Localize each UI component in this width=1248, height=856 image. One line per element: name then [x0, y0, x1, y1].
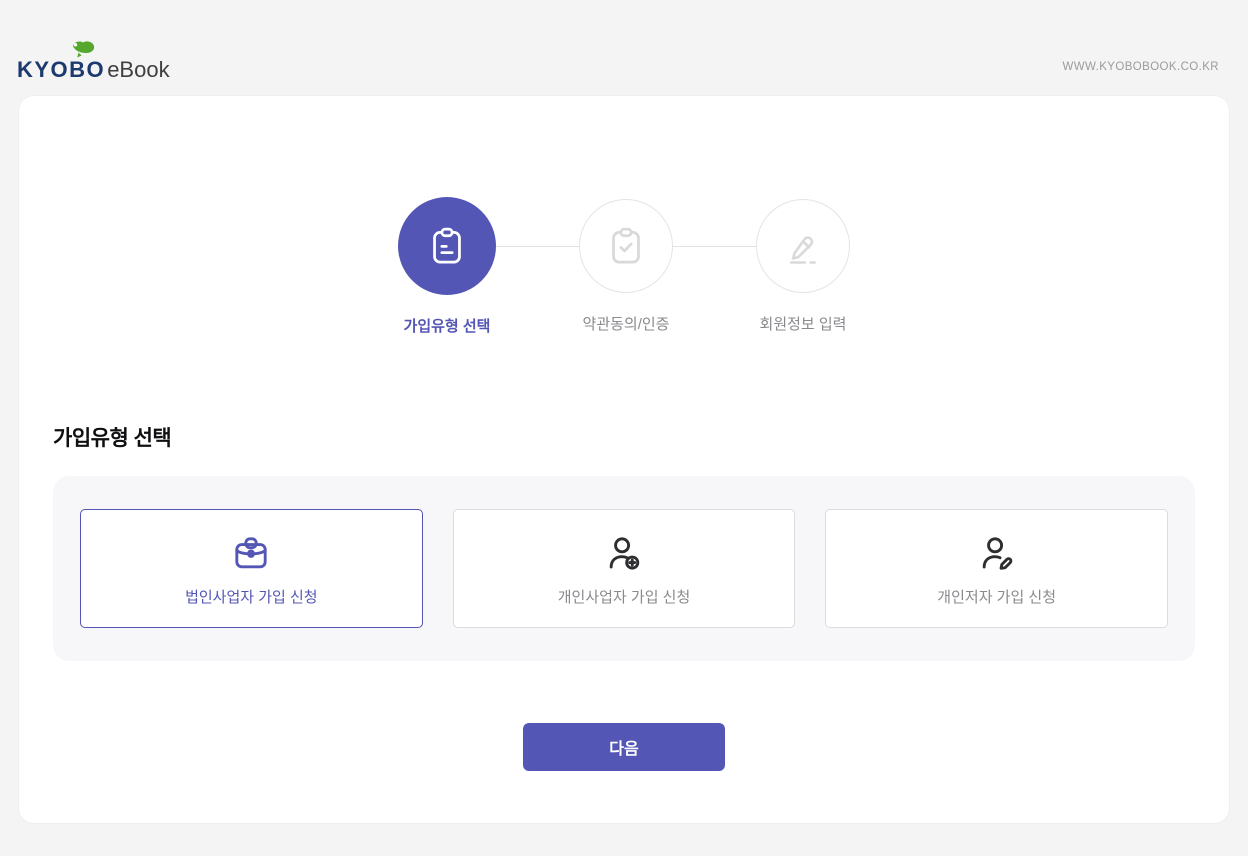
signup-page: KYOBO eBook WWW.KYOBOBOOK.CO.KR 가입유형 선택 [0, 0, 1248, 824]
signup-stepper: 가입유형 선택 약관동의/인증 회원정보 입력 [19, 96, 1229, 336]
step-connector [496, 246, 579, 247]
step-terms-verify: 약관동의/인증 [579, 197, 673, 334]
step-3-circle [756, 199, 850, 293]
option-individual-author[interactable]: 개인저자 가입 신청 [825, 509, 1169, 628]
kyobo-ebook-logo[interactable]: KYOBO eBook [17, 40, 170, 81]
step-join-type: 가입유형 선택 [398, 197, 496, 336]
user-plus-icon [609, 537, 640, 570]
clipboard-check-icon [612, 227, 640, 264]
step-2-label: 약관동의/인증 [582, 316, 670, 333]
step-1-label: 가입유형 선택 [403, 318, 491, 335]
section-title: 가입유형 선택 [53, 427, 172, 450]
header: KYOBO eBook WWW.KYOBOBOOK.CO.KR [0, 0, 1248, 95]
option-corporate-business[interactable]: 법인사업자 가입 신청 [80, 509, 423, 628]
step-2-circle [579, 199, 673, 293]
logo-ebook-text: eBook [107, 57, 170, 82]
logo-kyobo-text: KYOBO [17, 57, 106, 82]
option-label: 개인저자 가입 신청 [937, 589, 1057, 606]
step-1-circle [398, 197, 496, 295]
site-url: WWW.KYOBOBOOK.CO.KR [1062, 61, 1219, 73]
option-label: 개인사업자 가입 신청 [557, 589, 691, 606]
next-button[interactable]: 다음 [523, 723, 725, 771]
pencil-icon [789, 236, 816, 264]
logo-text: KYOBO eBook [17, 59, 170, 81]
step-connector [673, 246, 756, 247]
option-label: 법인사업자 가입 신청 [185, 589, 318, 606]
user-edit-icon [982, 537, 1012, 570]
join-type-options: 법인사업자 가입 신청 개인사업자 가입 신청 개인저자 가입 신청 [53, 476, 1195, 661]
option-individual-business[interactable]: 개인사업자 가입 신청 [452, 509, 796, 628]
kyobo-bird-icon [73, 41, 95, 58]
clipboard-icon [433, 227, 461, 264]
signup-card: 가입유형 선택 약관동의/인증 회원정보 입력 가입유형 선택 법인사업자 가입… [18, 95, 1230, 824]
step-member-info: 회원정보 입력 [756, 197, 850, 334]
briefcase-icon [235, 537, 267, 569]
step-3-label: 회원정보 입력 [759, 316, 847, 333]
